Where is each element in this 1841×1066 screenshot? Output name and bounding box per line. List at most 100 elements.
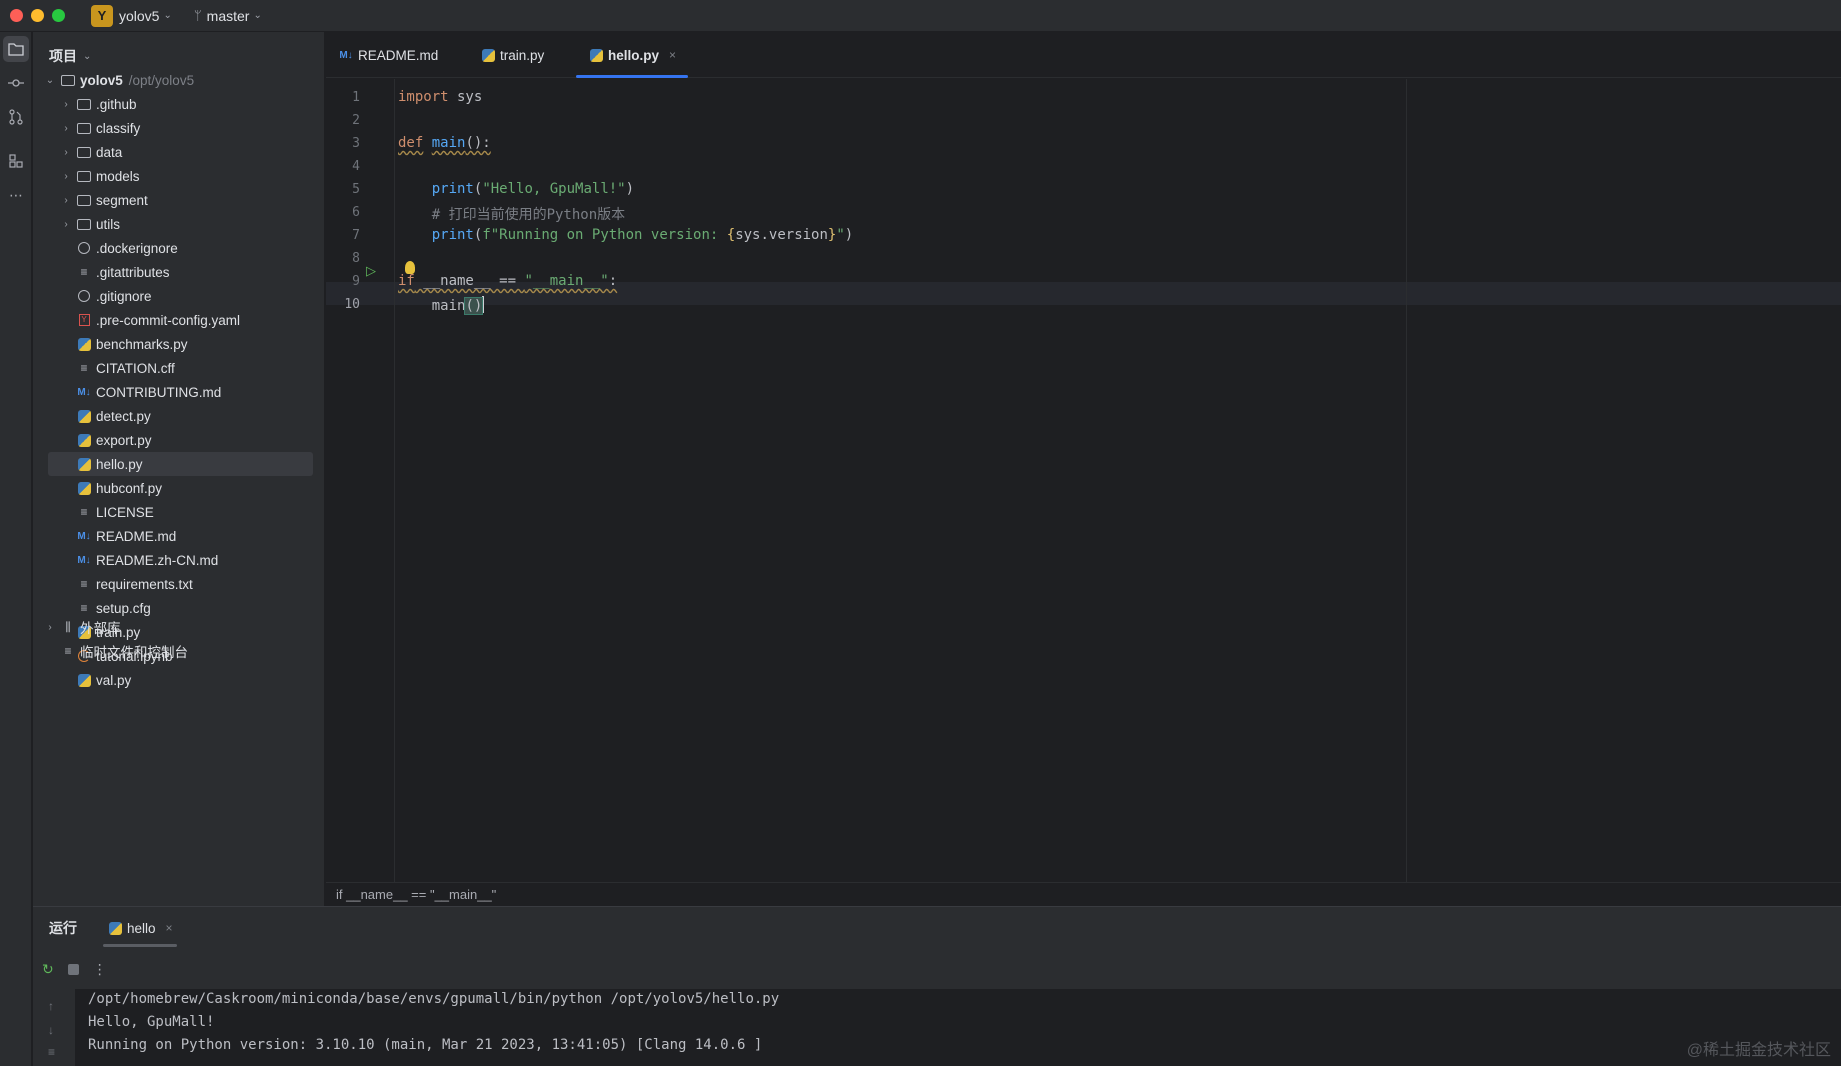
text-file-icon: ≡	[80, 265, 88, 279]
tree-root[interactable]: ⌄ yolov5 /opt/yolov5	[33, 68, 325, 92]
markdown-icon: M↓	[77, 386, 91, 398]
soft-wrap-icon[interactable]: ≡	[48, 1045, 55, 1059]
tree-item[interactable]: › classify	[33, 116, 325, 140]
tab-label: hello	[127, 920, 156, 936]
line-number: 8	[352, 251, 360, 266]
tree-item-label: LICENSE	[96, 504, 154, 520]
tree-item-label: hubconf.py	[96, 480, 163, 496]
project-badge[interactable]: Y	[91, 4, 113, 27]
gutter-divider	[394, 79, 395, 882]
tree-item[interactable]: export.py	[33, 428, 325, 452]
tree-item[interactable]: ≡ requirements.txt	[33, 572, 325, 596]
tree-item[interactable]: M↓ CONTRIBUTING.md	[33, 380, 325, 404]
tree-item[interactable]: .dockerignore	[33, 236, 325, 260]
line-number: 10	[344, 297, 360, 312]
tree-item-label: requirements.txt	[96, 576, 193, 592]
breadcrumb-item[interactable]: if __name__ == "__main__"	[336, 887, 496, 902]
zoom-window-button[interactable]	[52, 9, 65, 22]
pull-request-icon[interactable]	[3, 104, 29, 130]
more-icon[interactable]: ⋯	[3, 182, 29, 208]
run-icon[interactable]: ▷	[366, 263, 376, 279]
tree-item-label: classify	[96, 120, 141, 136]
stop-icon[interactable]	[67, 963, 79, 975]
chevron-right-icon[interactable]: ›	[59, 147, 73, 158]
chevron-down-icon[interactable]: ⌄	[253, 10, 261, 21]
ignore-file-icon	[76, 240, 92, 256]
console-line: Hello, GpuMall!	[88, 1014, 215, 1030]
window-controls	[10, 9, 65, 22]
tree-external-libraries[interactable]: › ⫼ 外部库	[33, 615, 325, 639]
python-file-icon	[107, 920, 123, 936]
code-editor[interactable]: 1 2 3 4 5 6 7 8 9 10 ▷ import sys def main(): pri…	[326, 79, 1841, 882]
tree-item[interactable]: › models	[33, 164, 325, 188]
tree-item[interactable]: ≡ .gitattributes	[33, 260, 325, 284]
chevron-right-icon[interactable]: ›	[59, 99, 73, 110]
branch-switcher[interactable]: master	[207, 8, 250, 24]
tree-item[interactable]: benchmarks.py	[33, 332, 325, 356]
tree-item-label: val.py	[96, 672, 132, 688]
line-number: 6	[352, 205, 360, 220]
project-pane-title: 项目	[49, 48, 77, 64]
close-tab-icon[interactable]: ×	[669, 48, 676, 62]
tree-item[interactable]: › utils	[33, 212, 325, 236]
watermark: @稀土掘金技术社区	[1686, 1042, 1831, 1059]
tree-item[interactable]: .gitignore	[33, 284, 325, 308]
tab-run-hello[interactable]: hello ×	[103, 907, 177, 949]
folder-icon[interactable]	[3, 36, 29, 62]
tab-hello-py[interactable]: hello.py ×	[576, 32, 689, 78]
tab-label: hello.py	[608, 47, 660, 63]
tree-item[interactable]: hello.py	[48, 452, 313, 476]
tree-item[interactable]: Y .pre-commit-config.yaml	[33, 308, 325, 332]
tree-scratches[interactable]: ≡ 临时文件和控制台	[33, 639, 325, 663]
chevron-right-icon[interactable]: ›	[59, 195, 73, 206]
markdown-icon: M↓	[77, 554, 91, 566]
project-switcher[interactable]: yolov5	[119, 8, 159, 24]
python-file-icon	[76, 672, 92, 688]
tree-item[interactable]: M↓ README.zh-CN.md	[33, 548, 325, 572]
close-window-button[interactable]	[10, 9, 23, 22]
tree-item-label: hello.py	[96, 456, 143, 472]
root-folder-name: yolov5	[80, 72, 123, 88]
line-number: 3	[352, 136, 360, 151]
rerun-icon[interactable]: ↻	[42, 961, 54, 978]
tree-item[interactable]: ≡ LICENSE	[33, 500, 325, 524]
tree-item[interactable]: › data	[33, 140, 325, 164]
chevron-right-icon[interactable]: ›	[59, 219, 73, 230]
tree-item[interactable]: val.py	[33, 668, 325, 692]
folder-icon	[76, 192, 92, 208]
tab-train-py[interactable]: train.py	[480, 32, 544, 78]
chevron-right-icon[interactable]: ›	[43, 622, 57, 633]
commit-icon[interactable]	[3, 70, 29, 96]
close-tab-icon[interactable]: ×	[166, 921, 173, 935]
tree-item[interactable]: hubconf.py	[33, 476, 325, 500]
chevron-down-icon[interactable]: ⌄	[163, 10, 171, 21]
tree-item[interactable]: M↓ README.md	[33, 524, 325, 548]
lightbulb-icon[interactable]	[405, 261, 415, 274]
tree-item[interactable]: ≡ CITATION.cff	[33, 356, 325, 380]
tree-item[interactable]: › segment	[33, 188, 325, 212]
tab-readme-md[interactable]: M↓ README.md	[338, 32, 438, 78]
console-line: Running on Python version: 3.10.10 (main…	[88, 1037, 763, 1053]
chevron-right-icon[interactable]: ›	[59, 171, 73, 182]
tree-item-label: export.py	[96, 432, 152, 448]
run-tab-bar: 运行 hello ×	[33, 907, 1841, 949]
title-bar: Y yolov5 ⌄ ᛘ master ⌄	[0, 0, 1841, 32]
scroll-up-icon[interactable]: ↑	[48, 999, 54, 1013]
structure-icon[interactable]	[3, 148, 29, 174]
tab-label: README.md	[358, 47, 439, 63]
scratches-icon: ≡	[64, 644, 72, 658]
line-number: 5	[352, 182, 360, 197]
tree-item[interactable]: detect.py	[33, 404, 325, 428]
chevron-down-icon[interactable]: ⌄	[83, 51, 91, 62]
chevron-down-icon[interactable]: ⌄	[43, 75, 57, 86]
tree-item-label: CONTRIBUTING.md	[96, 384, 222, 400]
breadcrumb[interactable]: if __name__ == "__main__"	[326, 882, 1841, 906]
scroll-down-icon[interactable]: ↓	[48, 1023, 54, 1037]
tree-item-label: .pre-commit-config.yaml	[96, 312, 241, 328]
minimize-window-button[interactable]	[31, 9, 44, 22]
tree-item[interactable]: › .github	[33, 92, 325, 116]
folder-icon	[76, 120, 92, 136]
code-line-1: import sys	[398, 89, 483, 105]
chevron-right-icon[interactable]: ›	[59, 123, 73, 134]
more-options-icon[interactable]: ⋮	[93, 961, 107, 978]
